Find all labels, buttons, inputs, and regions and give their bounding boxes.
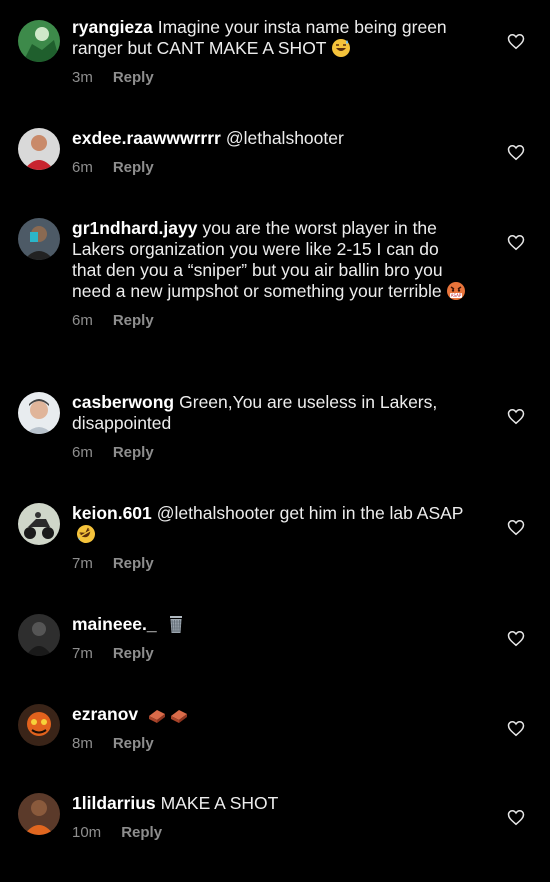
- comment-text: gr1ndhard.jayy you are the worst player i…: [72, 218, 472, 302]
- comment-text: maineee._: [72, 614, 472, 635]
- avatar[interactable]: [18, 704, 60, 746]
- reply-button[interactable]: Reply: [113, 159, 154, 176]
- comment-meta: 10m Reply: [72, 824, 472, 842]
- reply-button[interactable]: Reply: [113, 555, 154, 572]
- comment-text: ryangieza Imagine your insta name being g…: [72, 17, 472, 59]
- comment-meta: 3m Reply: [72, 69, 472, 87]
- brick-emoji-icon: [171, 710, 188, 723]
- comment-meta: 7m Reply: [72, 555, 472, 573]
- username-link[interactable]: ryangieza: [72, 17, 153, 37]
- avatar[interactable]: [18, 20, 60, 62]
- avatar[interactable]: [18, 503, 60, 545]
- comment-text: 1lildarrius MAKE A SHOT: [72, 793, 472, 814]
- avatar[interactable]: [18, 392, 60, 434]
- comment-text: keion.601 @lethalshooter get him in the l…: [72, 503, 472, 545]
- timestamp: 3m: [72, 69, 93, 86]
- timestamp: 7m: [72, 555, 93, 572]
- comment-body: MAKE A SHOT: [160, 793, 279, 813]
- username-link[interactable]: ezranov: [72, 704, 138, 724]
- heart-icon[interactable]: [507, 408, 525, 425]
- wastebasket-emoji-icon: [169, 616, 182, 633]
- reply-button[interactable]: Reply: [113, 69, 154, 86]
- reply-button[interactable]: Reply: [113, 735, 154, 752]
- rofl-emoji-icon: [77, 525, 95, 543]
- comment-meta: 7m Reply: [72, 645, 472, 663]
- heart-icon[interactable]: [507, 720, 525, 737]
- timestamp: 6m: [72, 444, 93, 461]
- avatar[interactable]: [18, 128, 60, 170]
- heart-icon[interactable]: [507, 144, 525, 161]
- reply-button[interactable]: Reply: [113, 444, 154, 461]
- username-link[interactable]: casberwong: [72, 392, 174, 412]
- username-link[interactable]: gr1ndhard.jayy: [72, 218, 197, 238]
- svg-text:ASAP: ASAP: [450, 293, 461, 298]
- avatar[interactable]: [18, 793, 60, 835]
- comment-body: @lethalshooter get him in the lab ASAP: [156, 503, 464, 523]
- grinning-sweat-emoji-icon: [331, 39, 350, 57]
- reply-button[interactable]: Reply: [113, 645, 154, 662]
- heart-icon[interactable]: [507, 809, 525, 826]
- comment-body: @lethalshooter: [225, 128, 344, 148]
- username-link[interactable]: maineee._: [72, 614, 157, 634]
- heart-icon[interactable]: [507, 630, 525, 647]
- comment-meta: 6m Reply: [72, 312, 472, 330]
- reply-button[interactable]: Reply: [113, 312, 154, 329]
- heart-icon[interactable]: [507, 33, 525, 50]
- comment-meta: 6m Reply: [72, 444, 472, 462]
- brick-emoji-icon: [149, 710, 166, 723]
- timestamp: 8m: [72, 735, 93, 752]
- timestamp: 10m: [72, 824, 102, 841]
- username-link[interactable]: exdee.raawwwrrrr: [72, 128, 221, 148]
- timestamp: 6m: [72, 312, 93, 329]
- avatar[interactable]: [18, 218, 60, 260]
- comment-text: casberwong Green,You are useless in Laker…: [72, 392, 472, 434]
- avatar[interactable]: [18, 614, 60, 656]
- comment-meta: 8m Reply: [72, 735, 472, 753]
- timestamp: 7m: [72, 645, 93, 662]
- timestamp: 6m: [72, 159, 93, 176]
- reply-button[interactable]: Reply: [121, 824, 162, 841]
- heart-icon[interactable]: [507, 519, 525, 536]
- comment-meta: 6m Reply: [72, 159, 472, 177]
- angry-asap-emoji-icon: ASAP: [446, 282, 465, 300]
- comment-text: exdee.raawwwrrrr @lethalshooter: [72, 128, 472, 149]
- username-link[interactable]: 1lildarrius: [72, 793, 156, 813]
- comment-text: ezranov: [72, 704, 472, 725]
- heart-icon[interactable]: [507, 234, 525, 251]
- username-link[interactable]: keion.601: [72, 503, 152, 523]
